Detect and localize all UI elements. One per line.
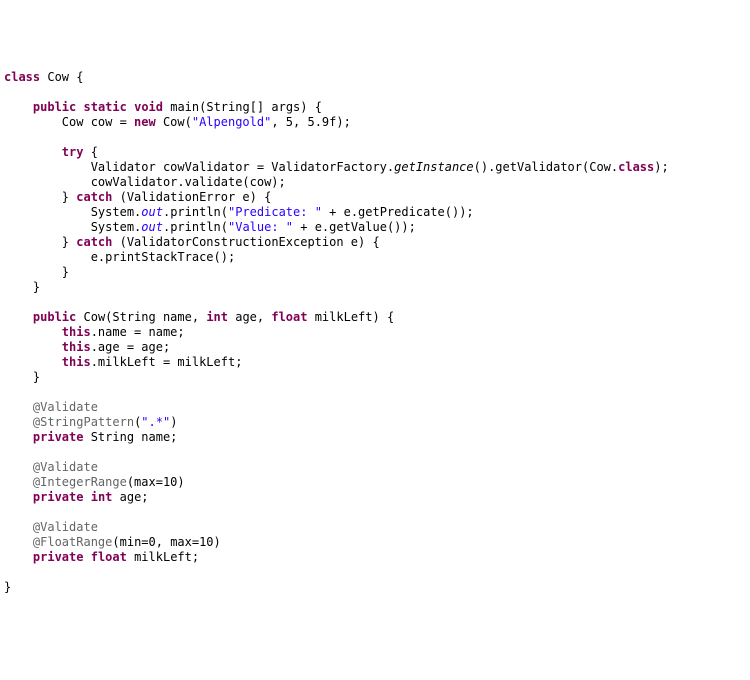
code-line: private String name; bbox=[4, 430, 177, 444]
code-line: Cow cow = new Cow("Alpengold", 5, 5.9f); bbox=[4, 115, 351, 129]
annotation-stringpattern: @StringPattern bbox=[33, 415, 134, 429]
code-line: private float milkLeft; bbox=[4, 550, 199, 564]
keyword-float: float bbox=[91, 550, 127, 564]
keyword-static: static bbox=[84, 100, 127, 114]
code-line: System.out.println("Value: " + e.getValu… bbox=[4, 220, 416, 234]
keyword-private: private bbox=[33, 490, 84, 504]
annotation-integerrange: @IntegerRange bbox=[33, 475, 127, 489]
annotation-validate: @Validate bbox=[33, 520, 98, 534]
keyword-this: this bbox=[62, 355, 91, 369]
code-line: this.milkLeft = milkLeft; bbox=[4, 355, 242, 369]
code-line: } bbox=[4, 280, 40, 294]
keyword-void: void bbox=[134, 100, 163, 114]
keyword-float: float bbox=[271, 310, 307, 324]
annotation-validate: @Validate bbox=[33, 460, 98, 474]
keyword-catch: catch bbox=[76, 190, 112, 204]
annotation-floatrange: @FloatRange bbox=[33, 535, 112, 549]
static-method: getInstance bbox=[394, 160, 473, 174]
code-line: } bbox=[4, 580, 11, 594]
code-line: @Validate bbox=[4, 520, 98, 534]
keyword-new: new bbox=[134, 115, 156, 129]
keyword-this: this bbox=[62, 340, 91, 354]
keyword-int: int bbox=[206, 310, 228, 324]
code-line: @Validate bbox=[4, 400, 98, 414]
code-line: @FloatRange(min=0, max=10) bbox=[4, 535, 221, 549]
code-line: } catch (ValidationError e) { bbox=[4, 190, 271, 204]
annotation-validate: @Validate bbox=[33, 400, 98, 414]
code-line: Validator cowValidator = ValidatorFactor… bbox=[4, 160, 669, 174]
string-literal: "Value: " bbox=[228, 220, 293, 234]
string-literal: ".*" bbox=[141, 415, 170, 429]
code-line: @Validate bbox=[4, 460, 98, 474]
code-line: System.out.println("Predicate: " + e.get… bbox=[4, 205, 474, 219]
code-line: public Cow(String name, int age, float m… bbox=[4, 310, 394, 324]
keyword-catch: catch bbox=[76, 235, 112, 249]
string-literal: "Predicate: " bbox=[228, 205, 322, 219]
code-line: e.printStackTrace(); bbox=[4, 250, 235, 264]
code-line: class Cow { bbox=[4, 70, 83, 84]
keyword-public: public bbox=[33, 310, 76, 324]
code-line: this.age = age; bbox=[4, 340, 170, 354]
static-field: out bbox=[141, 205, 163, 219]
keyword-this: this bbox=[62, 325, 91, 339]
keyword-class: class bbox=[4, 70, 40, 84]
code-line: @IntegerRange(max=10) bbox=[4, 475, 185, 489]
code-line: @StringPattern(".*") bbox=[4, 415, 177, 429]
code-line: public static void main(String[] args) { bbox=[4, 100, 322, 114]
code-line: try { bbox=[4, 145, 98, 159]
code-line: } bbox=[4, 370, 40, 384]
static-field: out bbox=[141, 220, 163, 234]
keyword-try: try bbox=[62, 145, 84, 159]
code-line: } catch (ValidatorConstructionException … bbox=[4, 235, 380, 249]
code-block: class Cow { public static void main(Stri… bbox=[4, 70, 746, 595]
keyword-class-literal: class bbox=[618, 160, 654, 174]
code-line: cowValidator.validate(cow); bbox=[4, 175, 286, 189]
code-line: this.name = name; bbox=[4, 325, 185, 339]
string-literal: "Alpengold" bbox=[192, 115, 271, 129]
keyword-private: private bbox=[33, 550, 84, 564]
keyword-private: private bbox=[33, 430, 84, 444]
code-line: } bbox=[4, 265, 69, 279]
keyword-int: int bbox=[91, 490, 113, 504]
code-line: private int age; bbox=[4, 490, 149, 504]
keyword-public: public bbox=[33, 100, 76, 114]
